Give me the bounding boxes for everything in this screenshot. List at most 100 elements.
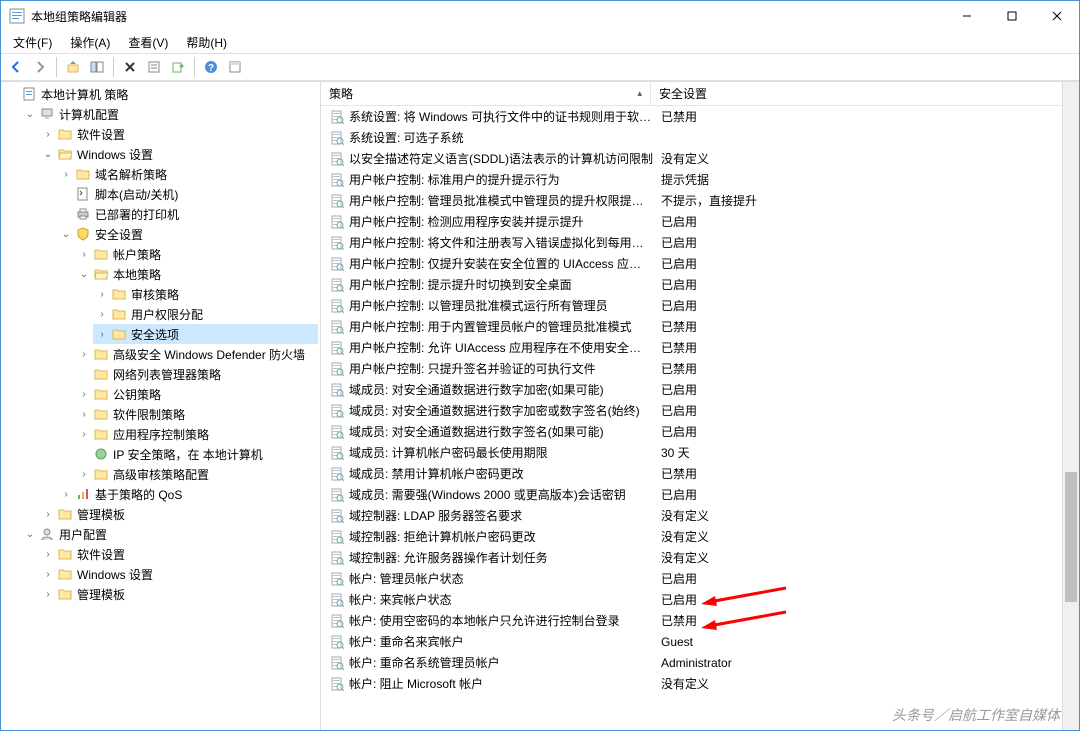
policy-name: 域成员: 对安全通道数据进行数字加密或数字签名(始终) bbox=[349, 402, 653, 419]
policy-name: 域成员: 对安全通道数据进行数字签名(如果可能) bbox=[349, 423, 653, 440]
toolbar-separator bbox=[113, 57, 114, 77]
close-button[interactable] bbox=[1034, 1, 1079, 31]
tree-scripts[interactable]: 脚本(启动/关机) bbox=[57, 184, 318, 204]
maximize-button[interactable] bbox=[989, 1, 1034, 31]
policy-row[interactable]: 用户帐户控制: 将文件和注册表写入错误虚拟化到每用户位置已启用 bbox=[321, 232, 1079, 253]
expand-icon[interactable]: ⌄ bbox=[23, 107, 37, 121]
folder-icon bbox=[111, 306, 127, 322]
tree-software-settings[interactable]: ›软件设置 bbox=[39, 124, 318, 144]
menu-action[interactable]: 操作(A) bbox=[62, 32, 118, 53]
policy-row[interactable]: 帐户: 使用空密码的本地帐户只允许进行控制台登录已禁用 bbox=[321, 610, 1079, 631]
forward-button[interactable] bbox=[29, 56, 51, 78]
policy-row[interactable]: 用户帐户控制: 用于内置管理员帐户的管理员批准模式已禁用 bbox=[321, 316, 1079, 337]
policy-row[interactable]: 用户帐户控制: 管理员批准模式中管理员的提升权限提示的...不提示，直接提升 bbox=[321, 190, 1079, 211]
tree-public-key[interactable]: ›公钥策略 bbox=[75, 384, 318, 404]
policy-row[interactable]: 用户帐户控制: 标准用户的提升提示行为提示凭据 bbox=[321, 169, 1079, 190]
tree-user-rights[interactable]: ›用户权限分配 bbox=[93, 304, 318, 324]
policy-row[interactable]: 系统设置: 将 Windows 可执行文件中的证书规则用于软件...已禁用 bbox=[321, 106, 1079, 127]
policy-row[interactable]: 用户帐户控制: 允许 UIAccess 应用程序在不使用安全桌面...已禁用 bbox=[321, 337, 1079, 358]
tree-software-restriction[interactable]: ›软件限制策略 bbox=[75, 404, 318, 424]
window-controls bbox=[944, 1, 1079, 31]
policy-name: 域成员: 对安全通道数据进行数字加密(如果可能) bbox=[349, 381, 653, 398]
tree-u-windows[interactable]: ›Windows 设置 bbox=[39, 564, 318, 584]
tree-admin-templates[interactable]: ›管理模板 bbox=[39, 504, 318, 524]
expand-icon[interactable]: › bbox=[41, 127, 55, 141]
policy-row[interactable]: 域控制器: 拒绝计算机帐户密码更改没有定义 bbox=[321, 526, 1079, 547]
policy-row[interactable]: 帐户: 阻止 Microsoft 帐户没有定义 bbox=[321, 673, 1079, 694]
tree-panel[interactable]: 本地计算机 策略 ⌄ 计算机配置 ›软件设置 bbox=[1, 82, 321, 730]
tree-dns-policy[interactable]: ›域名解析策略 bbox=[57, 164, 318, 184]
up-button[interactable] bbox=[62, 56, 84, 78]
collapse-icon[interactable] bbox=[5, 87, 19, 101]
column-setting[interactable]: 安全设置 bbox=[651, 82, 1079, 105]
policy-row[interactable]: 域控制器: 允许服务器操作者计划任务没有定义 bbox=[321, 547, 1079, 568]
folder-icon bbox=[57, 506, 73, 522]
policy-row[interactable]: 域成员: 需要强(Windows 2000 或更高版本)会话密钥已启用 bbox=[321, 484, 1079, 505]
minimize-button[interactable] bbox=[944, 1, 989, 31]
policy-row[interactable]: 域成员: 计算机帐户密码最长使用期限30 天 bbox=[321, 442, 1079, 463]
tree-label: 计算机配置 bbox=[59, 106, 119, 123]
tree-policy-qos[interactable]: ›基于策略的 QoS bbox=[57, 484, 318, 504]
menubar: 文件(F) 操作(A) 查看(V) 帮助(H) bbox=[1, 31, 1079, 53]
policy-row[interactable]: 域成员: 对安全通道数据进行数字签名(如果可能)已启用 bbox=[321, 421, 1079, 442]
policy-row[interactable]: 用户帐户控制: 只提升签名并验证的可执行文件已禁用 bbox=[321, 358, 1079, 379]
tree-user-config[interactable]: ⌄用户配置 bbox=[21, 524, 318, 544]
tree-ip-security[interactable]: IP 安全策略，在 本地计算机 bbox=[75, 444, 318, 464]
tree-computer-config[interactable]: ⌄ 计算机配置 bbox=[21, 104, 318, 124]
policy-row[interactable]: 用户帐户控制: 提示提升时切换到安全桌面已启用 bbox=[321, 274, 1079, 295]
expand-icon[interactable]: ⌄ bbox=[59, 227, 73, 241]
tree-audit-policy[interactable]: ›审核策略 bbox=[93, 284, 318, 304]
policy-row[interactable]: 帐户: 重命名系统管理员帐户Administrator bbox=[321, 652, 1079, 673]
tree-u-admin[interactable]: ›管理模板 bbox=[39, 584, 318, 604]
tree-windows-defender[interactable]: ›高级安全 Windows Defender 防火墙 bbox=[75, 344, 318, 364]
tree-root[interactable]: 本地计算机 策略 bbox=[3, 84, 318, 104]
expand-icon[interactable]: ⌄ bbox=[77, 267, 91, 281]
tree-u-software[interactable]: ›软件设置 bbox=[39, 544, 318, 564]
tree-app-control[interactable]: ›应用程序控制策略 bbox=[75, 424, 318, 444]
policy-name: 域控制器: 允许服务器操作者计划任务 bbox=[349, 549, 653, 566]
tree-network-list[interactable]: 网络列表管理器策略 bbox=[75, 364, 318, 384]
menu-help[interactable]: 帮助(H) bbox=[178, 32, 235, 53]
export-button[interactable] bbox=[167, 56, 189, 78]
policy-row[interactable]: 域控制器: LDAP 服务器签名要求没有定义 bbox=[321, 505, 1079, 526]
back-button[interactable] bbox=[5, 56, 27, 78]
policy-row[interactable]: 域成员: 对安全通道数据进行数字加密(如果可能)已启用 bbox=[321, 379, 1079, 400]
policy-icon bbox=[329, 382, 345, 398]
tree-advanced-audit[interactable]: ›高级审核策略配置 bbox=[75, 464, 318, 484]
menu-file[interactable]: 文件(F) bbox=[5, 32, 60, 53]
policy-icon bbox=[329, 277, 345, 293]
policy-row[interactable]: 域成员: 禁用计算机帐户密码更改已禁用 bbox=[321, 463, 1079, 484]
tree-windows-settings[interactable]: ⌄Windows 设置 bbox=[39, 144, 318, 164]
show-hide-tree-button[interactable] bbox=[86, 56, 108, 78]
delete-button[interactable] bbox=[119, 56, 141, 78]
policy-row[interactable]: 帐户: 管理员帐户状态已启用 bbox=[321, 568, 1079, 589]
folder-icon bbox=[93, 366, 109, 382]
policy-name: 域成员: 禁用计算机帐户密码更改 bbox=[349, 465, 653, 482]
policy-row[interactable]: 用户帐户控制: 检测应用程序安装并提示提升已启用 bbox=[321, 211, 1079, 232]
filter-button[interactable] bbox=[224, 56, 246, 78]
tree-account-policies[interactable]: ›帐户策略 bbox=[75, 244, 318, 264]
list-body[interactable]: 系统设置: 将 Windows 可执行文件中的证书规则用于软件...已禁用系统设… bbox=[321, 106, 1079, 730]
policy-row[interactable]: 以安全描述符定义语言(SDDL)语法表示的计算机访问限制没有定义 bbox=[321, 148, 1079, 169]
menu-view[interactable]: 查看(V) bbox=[120, 32, 176, 53]
expand-icon[interactable]: ⌄ bbox=[23, 527, 37, 541]
toolbar-separator bbox=[194, 57, 195, 77]
properties-button[interactable] bbox=[143, 56, 165, 78]
help-button[interactable]: ? bbox=[200, 56, 222, 78]
scrollbar-thumb[interactable] bbox=[1065, 472, 1077, 602]
policy-name: 帐户: 管理员帐户状态 bbox=[349, 570, 653, 587]
policy-row[interactable]: 帐户: 来宾帐户状态已启用 bbox=[321, 589, 1079, 610]
tree-security-settings[interactable]: ⌄安全设置 bbox=[57, 224, 318, 244]
tree-deployed-printers[interactable]: 已部署的打印机 bbox=[57, 204, 318, 224]
policy-row[interactable]: 系统设置: 可选子系统 bbox=[321, 127, 1079, 148]
policy-row[interactable]: 帐户: 重命名来宾帐户Guest bbox=[321, 631, 1079, 652]
scrollbar[interactable] bbox=[1062, 82, 1079, 730]
policy-row[interactable]: 用户帐户控制: 仅提升安装在安全位置的 UIAccess 应用程序已启用 bbox=[321, 253, 1079, 274]
expand-icon[interactable]: ⌄ bbox=[41, 147, 55, 161]
tree-local-policies[interactable]: ⌄本地策略 bbox=[75, 264, 318, 284]
policy-row[interactable]: 域成员: 对安全通道数据进行数字加密或数字签名(始终)已启用 bbox=[321, 400, 1079, 421]
column-policy[interactable]: 策略▴ bbox=[321, 82, 651, 105]
policy-row[interactable]: 用户帐户控制: 以管理员批准模式运行所有管理员已启用 bbox=[321, 295, 1079, 316]
tree-security-options[interactable]: ›安全选项 bbox=[93, 324, 318, 344]
policy-icon bbox=[329, 193, 345, 209]
